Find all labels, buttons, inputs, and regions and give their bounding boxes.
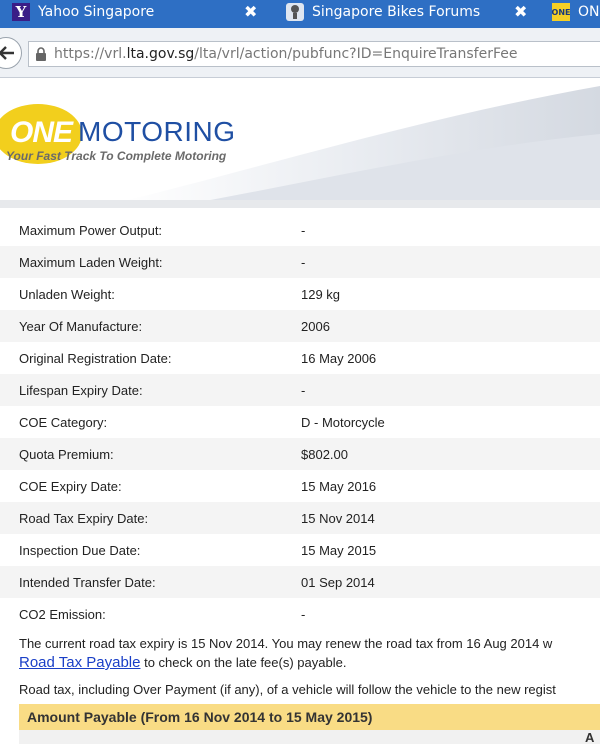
amount-payable-heading: Amount Payable (From 16 Nov 2014 to 15 M… xyxy=(19,704,600,730)
table-row: COE Category: D - Motorcycle xyxy=(19,414,385,430)
table-row: Maximum Laden Weight: - xyxy=(0,246,600,278)
bikes-forum-icon xyxy=(286,3,304,21)
url-path: /lta/vrl/action/pubfunc?ID=EnquireTransf… xyxy=(194,46,518,62)
browser-tab-strip: Y Yahoo Singapore ✖ Singapore Bikes Foru… xyxy=(0,0,600,28)
table-row: Year Of Manufacture: 2006 xyxy=(0,310,600,342)
table-row: COE Expiry Date: 15 May 2016 xyxy=(19,478,377,494)
amount-payable-header-row: A xyxy=(19,730,600,744)
close-icon[interactable]: ✖ xyxy=(514,2,527,21)
tab-title: ON xyxy=(578,4,600,20)
road-tax-payable-link[interactable]: Road Tax Payable xyxy=(19,654,140,671)
overpayment-note: Road tax, including Over Payment (if any… xyxy=(19,682,556,697)
table-row: Quota Premium: $802.00 xyxy=(0,438,600,470)
logo-one: ONE xyxy=(10,116,73,149)
road-tax-payable-suffix: to check on the late fee(s) payable. xyxy=(140,655,347,670)
tab-title: Singapore Bikes Forums xyxy=(312,4,481,20)
banner-divider xyxy=(0,200,600,208)
url-domain: lta.gov.sg xyxy=(126,46,195,62)
table-row: Road Tax Expiry Date: 15 Nov 2014 xyxy=(0,502,600,534)
table-row: Original Registration Date: 16 May 2006 xyxy=(19,350,377,366)
tab-title: Yahoo Singapore xyxy=(38,4,155,20)
url-prefix: https://vrl. xyxy=(54,46,127,62)
road-tax-expiry-note: The current road tax expiry is 15 Nov 20… xyxy=(19,636,553,651)
vehicle-details-table: Maximum Power Output: - Maximum Laden Wei… xyxy=(0,214,600,630)
road-tax-payable-note: Road Tax Payable to check on the late fe… xyxy=(19,654,346,671)
onemotoring-banner: ONE MOTORING Your Fast Track To Complete… xyxy=(0,78,600,202)
amount-column-head: A xyxy=(585,730,595,744)
url-input[interactable]: https://vrl. lta.gov.sg/lta/vrl/action/pu… xyxy=(28,41,600,67)
table-row: Intended Transfer Date: 01 Sep 2014 xyxy=(0,566,600,598)
logo-motoring: MOTORING xyxy=(78,116,236,147)
tab-onemotoring[interactable]: ONE ON xyxy=(552,0,600,24)
onemotoring-icon: ONE xyxy=(552,3,570,21)
table-row: CO2 Emission: - xyxy=(19,606,306,622)
logo-tagline: Your Fast Track To Complete Motoring xyxy=(6,149,227,163)
table-row: Inspection Due Date: 15 May 2015 xyxy=(19,542,377,558)
table-row: Lifespan Expiry Date: - xyxy=(0,374,600,406)
close-icon[interactable]: ✖ xyxy=(244,2,257,21)
table-row: Unladen Weight: 129 kg xyxy=(19,286,341,302)
lock-icon xyxy=(36,47,46,61)
tab-singapore-bikes-forums[interactable]: Singapore Bikes Forums ✖ xyxy=(286,0,536,24)
table-row: Maximum Power Output: - xyxy=(19,222,306,238)
back-arrow-icon xyxy=(0,46,14,60)
address-bar-area: https://vrl. lta.gov.sg/lta/vrl/action/pu… xyxy=(0,28,600,78)
tab-yahoo-singapore[interactable]: Y Yahoo Singapore ✖ xyxy=(12,0,272,24)
back-button[interactable] xyxy=(0,37,22,69)
yahoo-icon: Y xyxy=(12,3,30,21)
